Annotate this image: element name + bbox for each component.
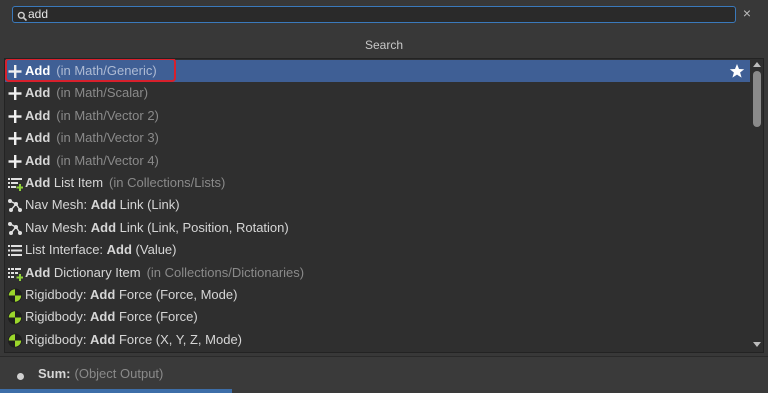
- result-item-category: (in Collections/Lists): [109, 174, 226, 190]
- result-item-match: Add: [25, 264, 51, 280]
- result-item-label: List Interface: Add (Value): [25, 239, 177, 261]
- result-item[interactable]: Add (in Math/Vector 4): [5, 150, 750, 172]
- result-item-label: Rigidbody: Add Force (Force): [25, 306, 198, 328]
- result-item-label: Nav Mesh: Add Link (Link, Position, Rota…: [25, 217, 289, 239]
- result-item[interactable]: Add Dictionary Item (in Collections/Dicti…: [5, 262, 750, 284]
- result-item-category: (in Math/Scalar): [56, 85, 149, 101]
- result-item-suffix: List Item: [50, 174, 104, 190]
- result-item-suffix: Link (Link, Position, Rotation): [116, 219, 289, 235]
- result-item-label: Rigidbody: Add Force (X, Y, Z, Mode): [25, 329, 242, 351]
- result-item-match: Add: [90, 286, 116, 302]
- plus-icon: [7, 86, 23, 101]
- result-item-prefix: Nav Mesh:: [25, 197, 91, 213]
- result-item-category: (in Collections/Dictionaries): [146, 264, 305, 280]
- result-item-match: Add: [106, 242, 132, 258]
- footer-text: Sum: (Object Output): [38, 366, 163, 381]
- result-item[interactable]: Add (in Math/Vector 3): [5, 127, 750, 149]
- result-item[interactable]: Nav Mesh: Add Link (Link): [5, 194, 750, 216]
- result-item-suffix: Force (Force): [115, 309, 198, 325]
- result-item-prefix: Rigidbody:: [25, 286, 91, 302]
- result-item-label: Add (in Math/Vector 4): [25, 150, 159, 172]
- plus-icon: [7, 154, 23, 169]
- clear-search-button[interactable]: ×: [740, 5, 754, 21]
- result-item-match: Add: [25, 174, 51, 190]
- dictionary-add-icon: [7, 266, 24, 281]
- bottom-accent-bar: [0, 389, 232, 393]
- result-item-match: Add: [25, 107, 51, 123]
- result-item-category: (in Math/Vector 3): [56, 130, 159, 146]
- bullet-icon: [17, 373, 24, 380]
- navmesh-icon: [7, 198, 23, 213]
- result-item-label: Add (in Math/Generic): [25, 60, 157, 82]
- search-icon: [17, 9, 28, 22]
- result-item-category: (in Math/Vector 2): [56, 107, 159, 123]
- result-item[interactable]: Add List Item (in Collections/Lists): [5, 172, 750, 194]
- result-item-label: Add (in Math/Scalar): [25, 82, 148, 104]
- result-item-match: Add: [25, 63, 51, 78]
- scroll-up-arrow-icon[interactable]: [753, 62, 761, 67]
- navmesh-icon: [7, 221, 23, 236]
- result-item-prefix: List Interface:: [25, 242, 107, 258]
- plus-icon: [7, 64, 23, 79]
- result-item-suffix: Force (Force, Mode): [115, 286, 238, 302]
- result-item-label: Add (in Math/Vector 3): [25, 127, 159, 149]
- result-item-match: Add: [90, 331, 116, 347]
- search-input[interactable]: [28, 7, 718, 22]
- result-item-label: Rigidbody: Add Force (Force, Mode): [25, 284, 237, 306]
- result-item-label: Nav Mesh: Add Link (Link): [25, 194, 180, 216]
- result-item[interactable]: Rigidbody: Add Force (Force, Mode): [5, 284, 750, 306]
- results-panel: Add (in Math/Generic) Add (in Math/Scalar) A…: [4, 58, 764, 353]
- section-header: Search: [364, 38, 404, 52]
- plus-icon: [7, 109, 23, 124]
- result-item-prefix: Rigidbody:: [25, 331, 91, 347]
- result-item-match: Add: [25, 85, 51, 101]
- scrollbar[interactable]: [750, 59, 763, 352]
- result-item-category: (in Math/Vector 4): [56, 152, 159, 168]
- result-item[interactable]: Rigidbody: Add Force (X, Y, Z, Mode): [5, 329, 750, 351]
- result-item-category: (in Math/Generic): [56, 63, 157, 78]
- list-add-icon: [7, 176, 24, 191]
- result-item-match: Add: [90, 309, 116, 325]
- rigidbody-icon: [7, 310, 23, 325]
- search-row: ×: [0, 0, 768, 30]
- result-item[interactable]: List Interface: Add (Value): [5, 239, 750, 261]
- result-item[interactable]: Rigidbody: Add Force (Force): [5, 306, 750, 328]
- result-item-match: Add: [90, 197, 117, 213]
- scroll-down-arrow-icon[interactable]: [753, 342, 761, 347]
- footer-category: (Object Output): [74, 366, 164, 381]
- result-item-prefix: Rigidbody:: [25, 309, 91, 325]
- result-item-suffix: Dictionary Item: [50, 264, 141, 280]
- rigidbody-icon: [7, 288, 23, 303]
- result-item[interactable]: Add (in Math/Scalar): [5, 82, 750, 104]
- results-list: Add (in Math/Generic) Add (in Math/Scalar) A…: [5, 59, 750, 351]
- result-item[interactable]: Nav Mesh: Add Link (Link, Position, Rota…: [5, 217, 750, 239]
- result-item-selected[interactable]: Add (in Math/Generic): [5, 59, 750, 83]
- footer-title: Sum:: [38, 366, 71, 381]
- result-item-label: Add Dictionary Item (in Collections/Dicti…: [25, 262, 304, 284]
- favorite-star-icon[interactable]: [729, 63, 745, 79]
- result-item-suffix: Link (Link): [116, 197, 180, 213]
- search-box[interactable]: [12, 6, 736, 23]
- result-item-match: Add: [90, 219, 117, 235]
- result-item-label: Add (in Math/Vector 2): [25, 105, 159, 127]
- result-item-suffix: Force (X, Y, Z, Mode): [115, 331, 243, 347]
- footer-preview: Sum: (Object Output): [0, 356, 768, 393]
- scroll-thumb[interactable]: [753, 71, 761, 127]
- list-icon: [7, 243, 23, 258]
- plus-icon: [7, 131, 23, 146]
- result-item-match: Add: [25, 130, 51, 146]
- result-item[interactable]: Add (in Math/Vector 2): [5, 105, 750, 127]
- result-item-suffix: (Value): [131, 242, 177, 258]
- result-item-prefix: Nav Mesh:: [25, 219, 91, 235]
- result-item-match: Add: [25, 152, 51, 168]
- result-item-label: Add List Item (in Collections/Lists): [25, 172, 225, 194]
- rigidbody-icon: [7, 333, 23, 348]
